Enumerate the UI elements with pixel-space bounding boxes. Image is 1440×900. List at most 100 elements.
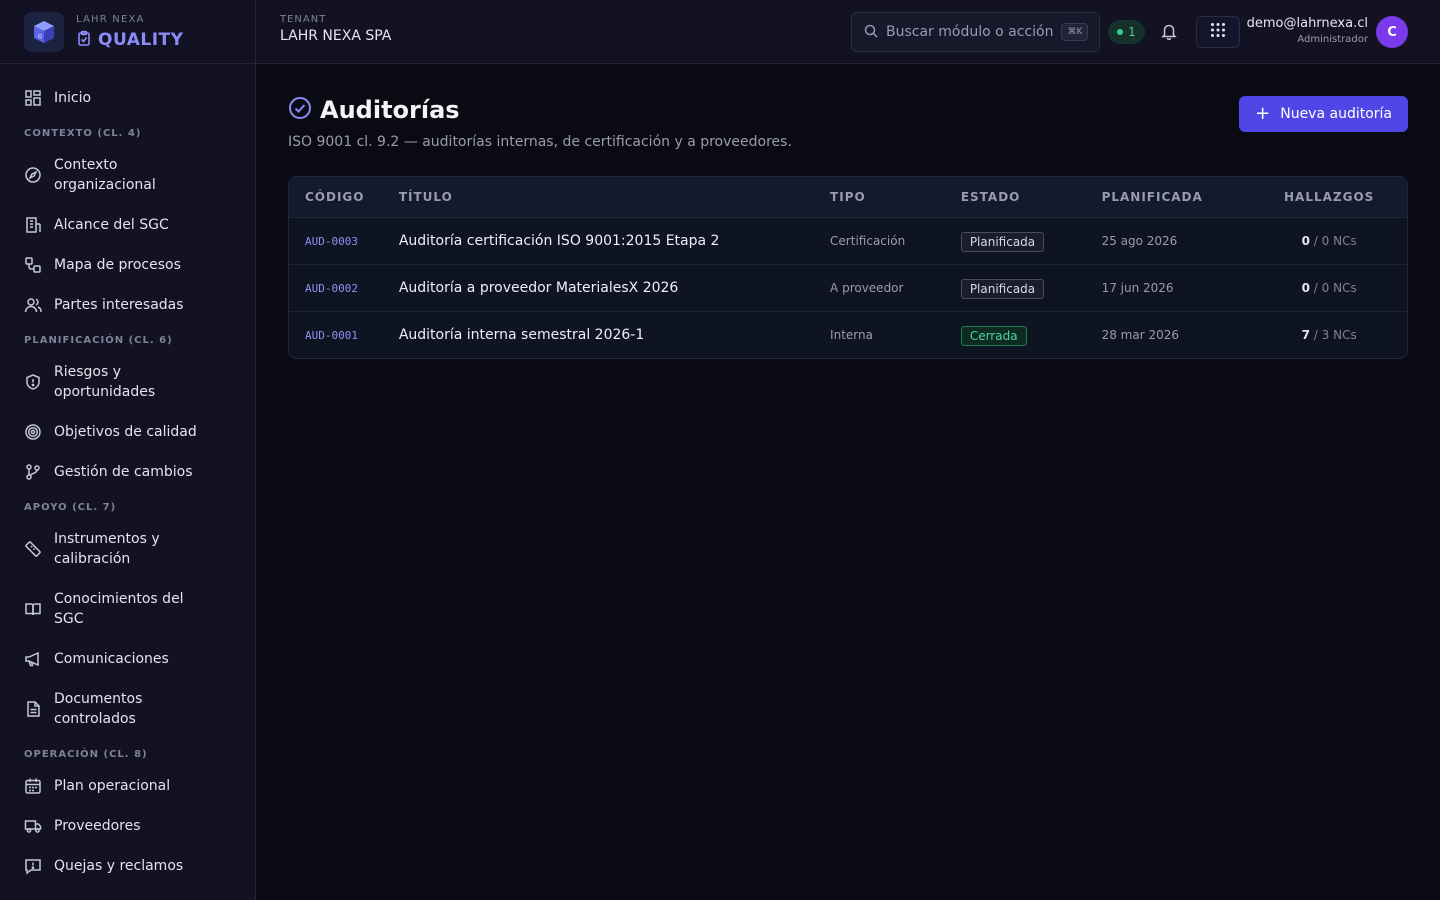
status-badge: Planificada — [960, 278, 1045, 299]
findings-count: 7 — [1301, 328, 1310, 342]
sidebar-item-plan-operacional[interactable]: Plan operacional — [0, 766, 255, 806]
avatar[interactable]: C — [1376, 16, 1408, 48]
sidebar-item-riesgos[interactable]: Riesgos y oportunidades — [0, 352, 255, 412]
calendar-icon — [24, 777, 42, 795]
audit-findings: 0 / 0 NCs — [1251, 234, 1407, 248]
plus-icon: + — [1255, 103, 1271, 124]
audit-code: AUD-0003 — [305, 234, 358, 248]
main-content: Auditorías ISO 9001 cl. 9.2 — auditorías… — [288, 96, 1408, 359]
sidebar-item-instrumentos[interactable]: Instrumentos y calibración — [0, 519, 255, 579]
nav-section-title: CONTEXTO (CL. 4) — [24, 128, 142, 139]
sidebar-item-label: Documentos controlados — [54, 691, 143, 727]
sidebar-item-label: Quejas y reclamos — [54, 858, 184, 874]
git-branch-icon — [24, 463, 42, 481]
page-subtitle: ISO 9001 cl. 9.2 — auditorías internas, … — [288, 134, 792, 150]
message-alert-icon — [24, 857, 42, 875]
sidebar-item-label: Comunicaciones — [54, 651, 169, 667]
findings-count: 0 — [1301, 281, 1310, 295]
table-row[interactable]: AUD-0003 Auditoría certificación ISO 900… — [289, 217, 1407, 264]
check-circle-icon — [288, 96, 312, 124]
sidebar-item-conocimientos[interactable]: Conocimientos del SGC — [0, 579, 255, 639]
sidebar-item-documentos[interactable]: Documentos controlados — [0, 679, 255, 739]
audit-type: Certificación — [830, 234, 906, 248]
audit-code: AUD-0001 — [305, 328, 358, 342]
table-row[interactable]: AUD-0002 Auditoría a proveedor Materiale… — [289, 264, 1407, 311]
cube-logo-icon: Q — [24, 11, 64, 52]
column-header-title[interactable]: TÍTULO — [399, 190, 830, 204]
sidebar-item-quejas[interactable]: Quejas y reclamos — [0, 846, 255, 886]
dashboard-icon — [24, 89, 42, 107]
column-header-code[interactable]: CÓDIGO — [289, 190, 399, 204]
sidebar-nav: Inicio CONTEXTO (CL. 4) Contexto organiz… — [0, 64, 255, 886]
column-header-planned[interactable]: PLANIFICADA — [1102, 190, 1252, 204]
apps-grid-button[interactable] — [1196, 16, 1240, 48]
sidebar-item-inicio[interactable]: Inicio — [0, 78, 255, 118]
audit-title: Auditoría certificación ISO 9001:2015 Et… — [398, 233, 720, 249]
ncs-count: / 0 NCs — [1309, 234, 1357, 248]
svg-text:Q: Q — [38, 34, 42, 40]
compass-icon — [24, 166, 42, 184]
user-email: demo@lahrnexa.cl — [1246, 16, 1368, 31]
sidebar-item-cambios[interactable]: Gestión de cambios — [0, 452, 255, 492]
clipboard-check-icon — [76, 30, 92, 50]
status-badge: Cerrada — [960, 325, 1027, 346]
new-audit-label: Nueva auditoría — [1280, 106, 1392, 122]
sidebar-item-label: Inicio — [54, 90, 92, 106]
brand-company: LAHR NEXA — [76, 14, 145, 25]
audit-findings: 7 / 3 NCs — [1251, 328, 1407, 342]
findings-count: 0 — [1301, 234, 1310, 248]
truck-icon — [24, 817, 42, 835]
sidebar-item-mapa-procesos[interactable]: Mapa de procesos — [0, 245, 255, 285]
search-placeholder: Buscar módulo o acción — [886, 24, 1054, 40]
status-badge: Planificada — [960, 231, 1045, 252]
audit-code: AUD-0002 — [305, 281, 358, 295]
sidebar-item-label: Proveedores — [54, 818, 141, 834]
column-header-status[interactable]: ESTADO — [961, 190, 1102, 204]
sidebar-item-label: Alcance del SGC — [54, 217, 169, 233]
nav-section-title: PLANIFICACIÓN (CL. 6) — [24, 335, 173, 346]
audit-planned-date: 17 jun 2026 — [1101, 281, 1174, 295]
column-header-findings[interactable]: HALLAZGOS — [1251, 190, 1407, 204]
sidebar-item-comunicaciones[interactable]: Comunicaciones — [0, 639, 255, 679]
sidebar-item-contexto[interactable]: Contexto organizacional — [0, 145, 255, 205]
sidebar-item-label: Conocimientos del SGC — [54, 591, 184, 627]
sidebar: Q LAHR NEXA QUALITY Inicio CONTEXTO (CL.… — [0, 0, 256, 900]
top-header: TENANT LAHR NEXA SPA Buscar módulo o acc… — [256, 0, 1440, 64]
ruler-icon — [24, 540, 42, 558]
sidebar-item-label: Plan operacional — [54, 778, 171, 794]
tenant-selector[interactable]: TENANT LAHR NEXA SPA — [280, 14, 391, 44]
nav-section-title: APOYO (CL. 7) — [24, 502, 117, 513]
table-row[interactable]: AUD-0001 Auditoría interna semestral 202… — [289, 311, 1407, 358]
search-shortcut: ⌘K — [1061, 23, 1089, 41]
user-menu[interactable]: demo@lahrnexa.cl Administrador — [1247, 16, 1368, 45]
sidebar-item-objetivos[interactable]: Objetivos de calidad — [0, 412, 255, 452]
audits-table: CÓDIGO TÍTULO TIPO ESTADO PLANIFICADA HA… — [288, 176, 1408, 359]
nav-section-title: OPERACIÓN (CL. 8) — [24, 749, 148, 760]
ncs-count: / 0 NCs — [1309, 281, 1357, 295]
audit-title: Auditoría a proveedor MaterialesX 2026 — [398, 280, 679, 296]
brand-product: QUALITY — [98, 30, 184, 50]
online-status-badge[interactable]: 1 — [1108, 20, 1145, 44]
brand[interactable]: Q LAHR NEXA QUALITY — [0, 0, 255, 64]
building-icon — [24, 216, 42, 234]
audit-title: Auditoría interna semestral 2026-1 — [398, 327, 645, 343]
notifications-bell-icon[interactable] — [1160, 22, 1178, 44]
sidebar-item-proveedores[interactable]: Proveedores — [0, 806, 255, 846]
table-header: CÓDIGO TÍTULO TIPO ESTADO PLANIFICADA HA… — [289, 177, 1407, 217]
status-dot-icon — [1117, 29, 1124, 35]
file-text-icon — [24, 700, 42, 718]
new-audit-button[interactable]: + Nueva auditoría — [1239, 96, 1408, 132]
sidebar-item-label: Partes interesadas — [54, 297, 184, 313]
user-role: Administrador — [1297, 34, 1368, 45]
sidebar-item-partes[interactable]: Partes interesadas — [0, 285, 255, 325]
workflow-icon — [24, 256, 42, 274]
audit-planned-date: 25 ago 2026 — [1101, 234, 1178, 248]
tenant-label: TENANT — [280, 14, 327, 25]
page-title: Auditorías — [320, 96, 460, 124]
column-header-type[interactable]: TIPO — [830, 190, 961, 204]
sidebar-item-alcance[interactable]: Alcance del SGC — [0, 205, 255, 245]
search-input[interactable]: Buscar módulo o acción ⌘K — [851, 12, 1100, 52]
audit-type: Interna — [830, 328, 873, 342]
target-icon — [24, 423, 42, 441]
sidebar-item-label: Contexto organizacional — [54, 157, 156, 193]
